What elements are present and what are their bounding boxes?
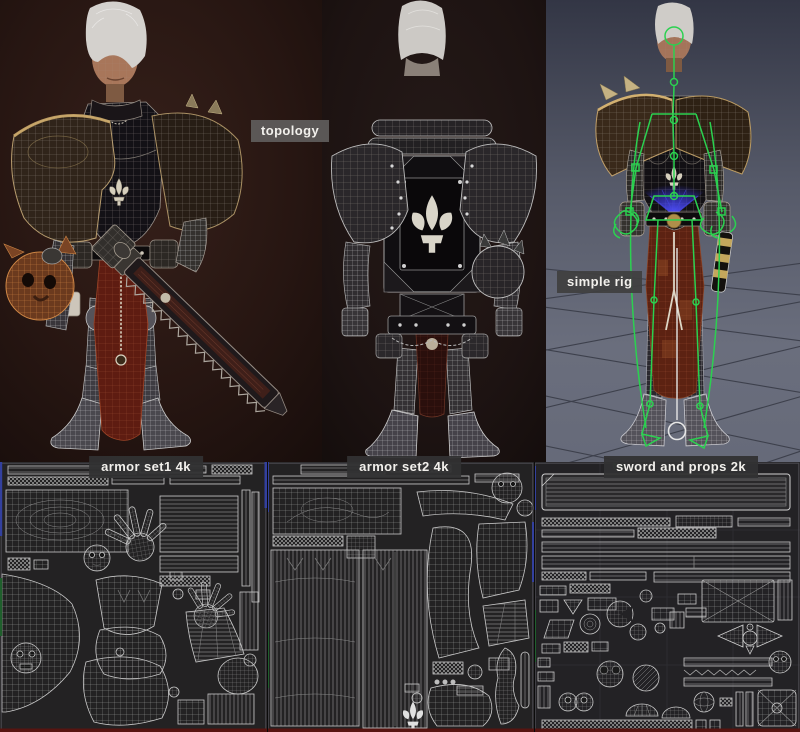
label-uv-armor-set2: armor set2 4k — [347, 456, 461, 478]
hair — [398, 0, 446, 60]
panel-divider — [267, 462, 268, 732]
label-simple-rig: simple rig — [557, 271, 642, 293]
back-wireframe-figure — [322, 0, 546, 462]
panel-front-view — [0, 0, 322, 462]
panel-back-view — [322, 0, 546, 462]
front-wireframe-figure — [0, 0, 322, 462]
panel-rig-view — [546, 0, 800, 462]
uv-layout-sword-props — [534, 462, 800, 732]
uv-face-island — [84, 545, 110, 571]
uv-layout-armor-set1 — [0, 462, 267, 732]
uv-sheet-armor-set2 — [267, 462, 534, 732]
gold-buckle — [667, 214, 681, 228]
uv-layout-armor-set2 — [267, 462, 534, 732]
portfolio-sheet: topology simple rig armor set1 4k armor … — [0, 0, 800, 732]
uv-sheet-armor-set1 — [0, 462, 267, 732]
uv-sheet-sword-props — [534, 462, 800, 732]
label-uv-armor-set1: armor set1 4k — [89, 456, 203, 478]
label-uv-sword-props: sword and props 2k — [604, 456, 758, 478]
uv-moth-island — [597, 661, 623, 687]
uv-plate-island — [758, 690, 796, 726]
rigged-figure-viewport — [546, 0, 800, 462]
panel-divider — [534, 462, 535, 732]
label-topology: topology — [251, 120, 329, 142]
